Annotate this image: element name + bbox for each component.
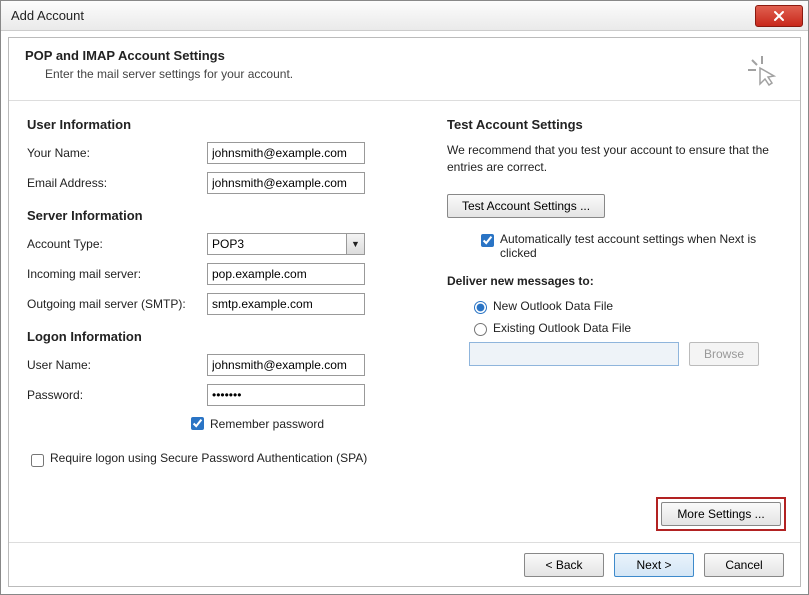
next-button[interactable]: Next > [614, 553, 694, 577]
remember-password-checkbox[interactable] [191, 417, 204, 430]
outgoing-server-input[interactable] [207, 293, 365, 315]
deliver-title: Deliver new messages to: [447, 274, 782, 288]
chevron-down-icon[interactable]: ▼ [346, 234, 364, 254]
your-name-label: Your Name: [27, 146, 207, 160]
more-settings-highlight: More Settings ... [656, 497, 786, 531]
test-account-button[interactable]: Test Account Settings ... [447, 194, 605, 218]
deliver-existing-radio[interactable] [474, 323, 487, 336]
more-settings-button[interactable]: More Settings ... [661, 502, 781, 526]
email-input[interactable] [207, 172, 365, 194]
password-input[interactable] [207, 384, 365, 406]
test-settings-title: Test Account Settings [447, 117, 782, 132]
close-icon [773, 10, 785, 22]
right-column: Test Account Settings We recommend that … [417, 117, 782, 470]
header-title: POP and IMAP Account Settings [25, 48, 293, 63]
spa-checkbox[interactable] [31, 454, 44, 467]
window-title: Add Account [11, 8, 750, 23]
spa-label: Require logon using Secure Password Auth… [50, 451, 367, 465]
username-label: User Name: [27, 358, 207, 372]
deliver-new-radio[interactable] [474, 301, 487, 314]
existing-file-path-input [469, 342, 679, 366]
titlebar: Add Account [1, 1, 808, 31]
back-button[interactable]: < Back [524, 553, 604, 577]
auto-test-label: Automatically test account settings when… [500, 232, 782, 260]
logon-info-title: Logon Information [27, 329, 417, 344]
password-label: Password: [27, 388, 207, 402]
username-input[interactable] [207, 354, 365, 376]
cursor-icon [746, 54, 778, 86]
deliver-existing-label: Existing Outlook Data File [493, 321, 631, 335]
deliver-new-label: New Outlook Data File [493, 299, 613, 313]
header-subtitle: Enter the mail server settings for your … [45, 67, 293, 81]
dialog-body: POP and IMAP Account Settings Enter the … [8, 37, 801, 587]
account-type-value[interactable] [207, 233, 365, 255]
account-type-label: Account Type: [27, 237, 207, 251]
dialog-header: POP and IMAP Account Settings Enter the … [9, 38, 800, 101]
server-info-title: Server Information [27, 208, 417, 223]
email-label: Email Address: [27, 176, 207, 190]
cancel-button[interactable]: Cancel [704, 553, 784, 577]
add-account-dialog: Add Account POP and IMAP Account Setting… [0, 0, 809, 595]
your-name-input[interactable] [207, 142, 365, 164]
auto-test-checkbox[interactable] [481, 234, 494, 247]
outgoing-label: Outgoing mail server (SMTP): [27, 297, 207, 311]
user-info-title: User Information [27, 117, 417, 132]
browse-button: Browse [689, 342, 759, 366]
incoming-server-input[interactable] [207, 263, 365, 285]
remember-password-label: Remember password [210, 417, 324, 431]
account-type-select[interactable]: ▼ [207, 233, 365, 255]
left-column: User Information Your Name: Email Addres… [27, 117, 417, 470]
dialog-footer: < Back Next > Cancel [9, 542, 800, 586]
incoming-label: Incoming mail server: [27, 267, 207, 281]
test-settings-desc: We recommend that you test your account … [447, 142, 782, 176]
close-button[interactable] [755, 5, 803, 27]
